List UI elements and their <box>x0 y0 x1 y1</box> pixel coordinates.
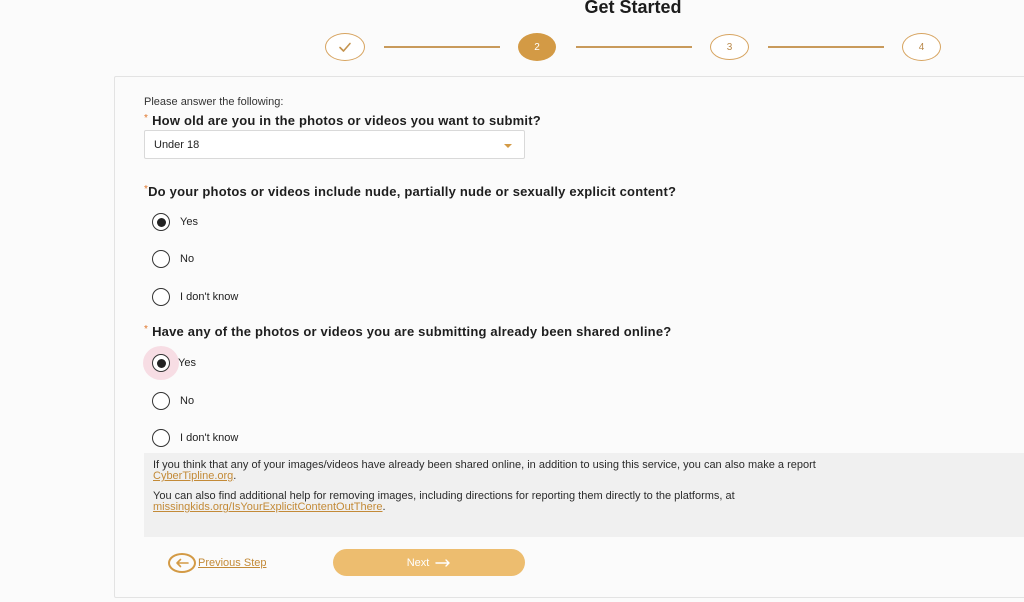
page-title: Get Started <box>584 0 682 17</box>
age-select[interactable]: Under 18 <box>144 130 525 159</box>
next-button-label: Next <box>406 556 430 569</box>
radio-label: Yes <box>178 357 196 369</box>
radio-button[interactable] <box>152 288 170 306</box>
info-paragraph: You can also find additional help for re… <box>153 491 1024 513</box>
question-explicit-content-text: Do your photos or videos include nude, p… <box>148 184 677 199</box>
check-icon <box>339 42 351 52</box>
info-box: If you think that any of your images/vid… <box>144 453 1024 537</box>
step-4[interactable]: 4 <box>902 33 941 61</box>
previous-step-button[interactable]: Previous Step <box>168 553 266 573</box>
missingkids-link[interactable]: missingkids.org/IsYourExplicitContentOut… <box>153 501 382 513</box>
info-paragraph: If you think that any of your images/vid… <box>153 460 1024 482</box>
step-1-completed[interactable] <box>325 33 365 61</box>
radio-label: I don't know <box>180 291 239 303</box>
step-connector <box>384 46 500 48</box>
chevron-down-icon <box>504 144 512 148</box>
radio-shared-no[interactable]: No <box>152 392 194 410</box>
arrow-left-icon <box>168 553 196 573</box>
stepper: 2 3 4 <box>0 32 1024 64</box>
step-connector <box>768 46 884 48</box>
step-connector <box>576 46 692 48</box>
info-text-end: . <box>233 470 237 482</box>
radio-button-checked[interactable] <box>152 213 170 231</box>
radio-button[interactable] <box>152 429 170 447</box>
question-explicit-content: *Do your photos or videos include nude, … <box>144 184 676 199</box>
age-select-value: Under 18 <box>154 138 200 151</box>
radio-label: I don't know <box>180 432 239 444</box>
step-2-active[interactable]: 2 <box>518 33 556 61</box>
arrow-right-icon <box>435 558 451 567</box>
radio-explicit-no[interactable]: No <box>152 250 194 268</box>
question-shared-online-text: Have any of the photos or videos you are… <box>152 324 672 339</box>
cybertipline-link[interactable]: CyberTipline.org <box>153 470 233 482</box>
radio-label: No <box>180 253 195 265</box>
required-marker: * <box>144 113 149 124</box>
radio-shared-unknown[interactable]: I don't know <box>152 429 238 447</box>
question-age: * How old are you in the photos or videos… <box>144 113 541 128</box>
radio-button[interactable] <box>152 392 170 410</box>
next-button[interactable]: Next <box>333 549 525 576</box>
radio-button[interactable] <box>152 250 170 268</box>
question-shared-online: * Have any of the photos or videos you ar… <box>144 324 671 339</box>
radio-explicit-yes[interactable]: Yes <box>152 213 198 231</box>
required-marker: * <box>144 324 149 335</box>
radio-label: No <box>180 395 195 407</box>
radio-button-checked[interactable] <box>152 354 170 372</box>
radio-shared-yes[interactable]: Yes <box>152 354 196 372</box>
radio-label: Yes <box>180 216 198 228</box>
previous-step-label: Previous Step <box>198 557 267 569</box>
step-3[interactable]: 3 <box>710 34 749 60</box>
question-age-text: How old are you in the photos or videos … <box>152 113 541 128</box>
info-text-end: . <box>382 501 386 513</box>
info-text: If you think that any of your images/vid… <box>153 459 816 471</box>
form-intro: Please answer the following: <box>144 96 284 108</box>
radio-explicit-unknown[interactable]: I don't know <box>152 288 238 306</box>
